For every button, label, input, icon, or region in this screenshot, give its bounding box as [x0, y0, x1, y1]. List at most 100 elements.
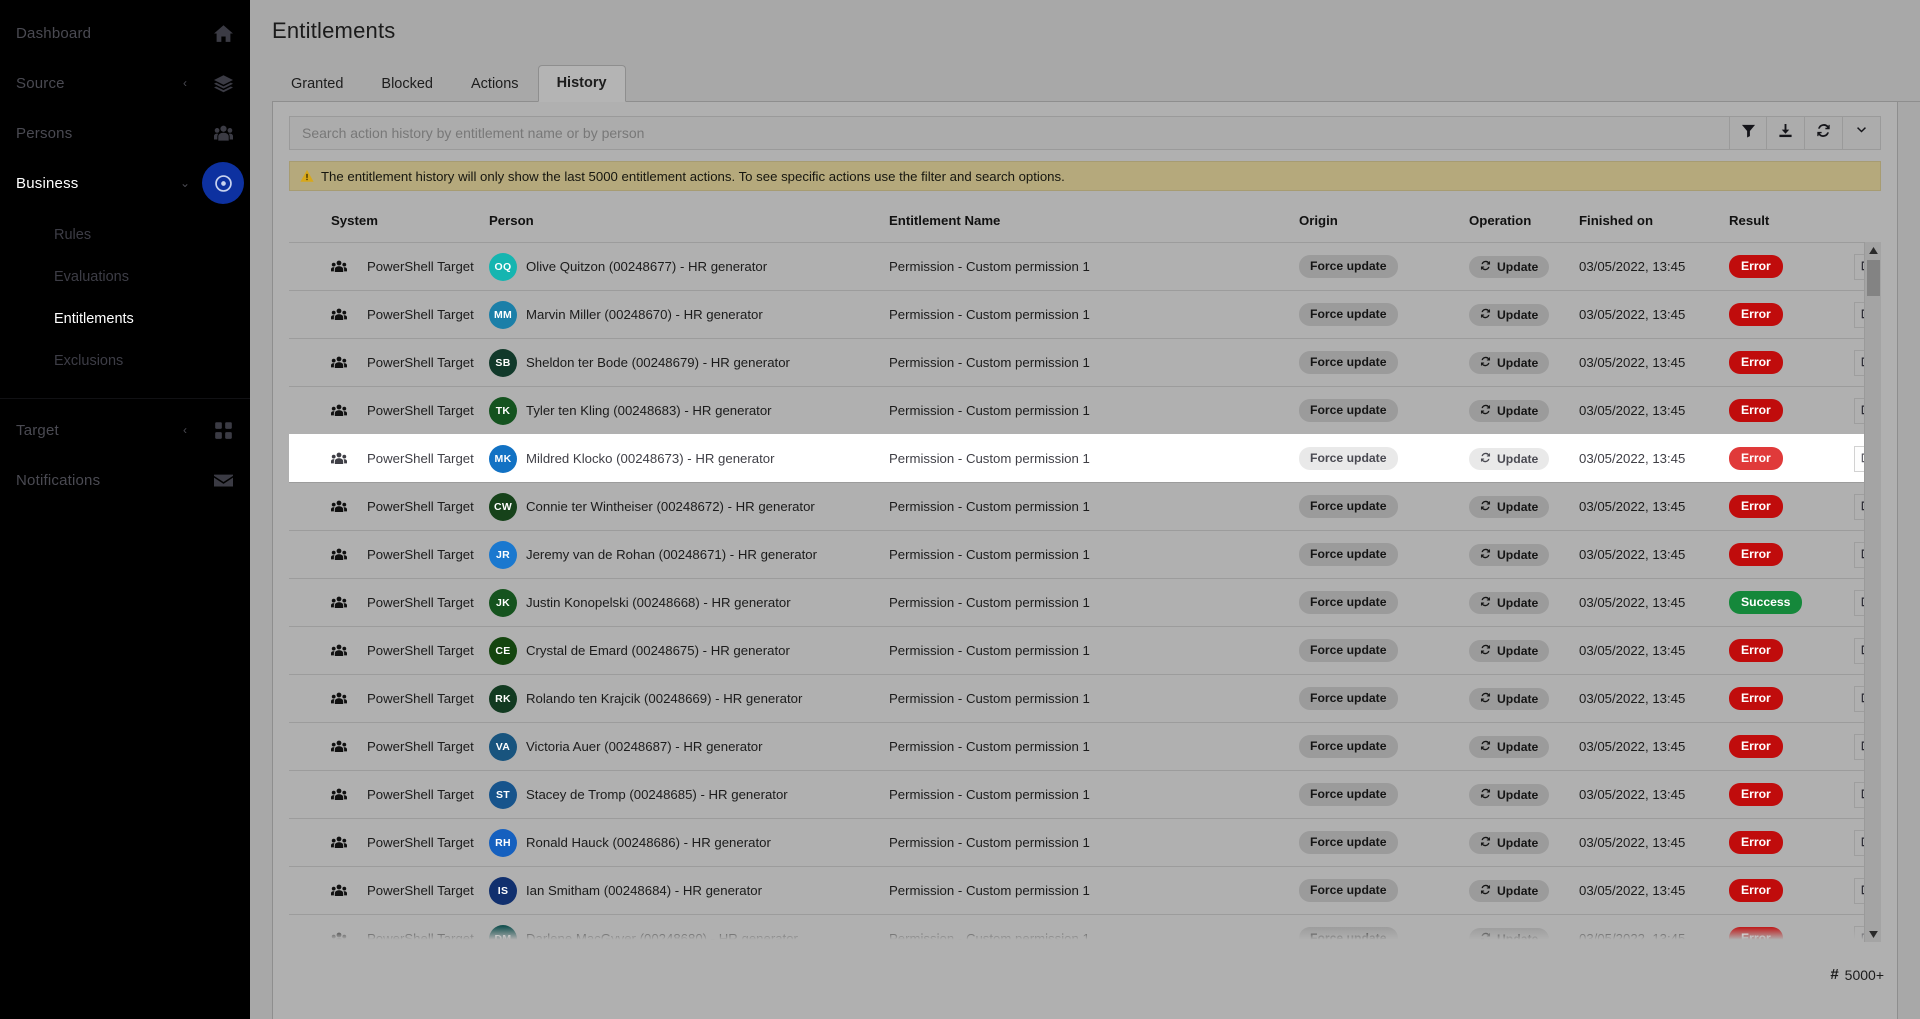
sidebar-item-chevron-icon[interactable]: ‹ — [174, 76, 196, 90]
scroll-down-button[interactable] — [1865, 926, 1881, 942]
table-row[interactable]: PowerShell Target VA Victoria Auer (002486… — [289, 722, 1881, 771]
download-button[interactable] — [1767, 116, 1805, 150]
table-row[interactable]: PowerShell Target CE Crystal de Emard (002… — [289, 626, 1881, 675]
table-row[interactable]: PowerShell Target DM Darlene MacGyver (002… — [289, 914, 1881, 942]
search-input[interactable] — [289, 116, 1729, 150]
filter-button[interactable] — [1729, 116, 1767, 150]
column-header-operation[interactable]: Operation — [1469, 207, 1579, 242]
business-icon[interactable] — [202, 162, 244, 204]
tab-granted[interactable]: Granted — [272, 66, 362, 102]
more-options-button[interactable] — [1843, 116, 1881, 150]
cell-origin: Force update — [1299, 818, 1469, 867]
layers-icon[interactable] — [202, 62, 244, 104]
column-header-person[interactable]: Person — [489, 207, 889, 242]
table-header-row: System Person Entitlement Name Origin Operat… — [289, 207, 1920, 242]
column-header-finished-on[interactable]: Finished on — [1579, 207, 1729, 242]
avatar: CW — [489, 492, 517, 521]
cell-result: Error — [1729, 530, 1854, 579]
avatar: OQ — [489, 252, 517, 281]
system-name: PowerShell Target — [367, 931, 474, 942]
sidebar-item-source[interactable]: Source ‹ — [0, 58, 250, 108]
column-header-actions — [1854, 207, 1920, 242]
table-scroll-area[interactable]: PowerShell Target OQ Olive Quitzon (002486… — [289, 242, 1881, 942]
person-name: Darlene MacGyver (00248680) - HR generat… — [526, 931, 798, 942]
sidebar-subitem-label: Exclusions — [54, 353, 124, 369]
system-icon — [331, 643, 347, 659]
cell-result: Error — [1729, 434, 1854, 483]
sidebar-item-business[interactable]: Business ⌄ — [0, 158, 250, 208]
refresh-button[interactable] — [1805, 116, 1843, 150]
sidebar-subitem-label: Entitlements — [54, 311, 134, 327]
cell-entitlement-name: Permission - Custom permission 1 — [889, 290, 1299, 339]
operation-badge: Update — [1469, 591, 1550, 614]
avatar-initials: VA — [495, 740, 511, 753]
person-name: Ronald Hauck (00248686) - HR generator — [526, 835, 771, 850]
column-header-origin[interactable]: Origin — [1299, 207, 1469, 242]
origin-badge: Force update — [1299, 255, 1398, 278]
avatar: MK — [489, 444, 517, 473]
cell-system: PowerShell Target — [289, 338, 489, 387]
sidebar-subitem-entitlements[interactable]: Entitlements — [0, 298, 250, 340]
table-row[interactable]: PowerShell Target MM Marvin Miller (002486… — [289, 290, 1881, 339]
refresh-icon — [1480, 500, 1491, 514]
scroll-up-button[interactable] — [1865, 242, 1881, 258]
sidebar-subitem-evaluations[interactable]: Evaluations — [0, 256, 250, 298]
sidebar-item-notifications[interactable]: Notifications — [0, 455, 250, 505]
table-scrollbar[interactable] — [1864, 242, 1881, 942]
mail-icon[interactable] — [202, 459, 244, 501]
sidebar-item-target[interactable]: Target ‹ — [0, 405, 250, 455]
avatar-initials: MK — [494, 452, 512, 465]
column-header-result[interactable]: Result — [1729, 207, 1854, 242]
person-name: Connie ter Wintheiser (00248672) - HR ge… — [526, 499, 815, 514]
operation-badge: Update — [1469, 447, 1550, 470]
cell-origin: Force update — [1299, 578, 1469, 627]
cell-entitlement-name: Permission - Custom permission 1 — [889, 722, 1299, 771]
cell-operation: Update — [1469, 242, 1579, 291]
sidebar-item-chevron-icon[interactable]: ‹ — [174, 423, 196, 437]
column-header-entitlement-name[interactable]: Entitlement Name — [889, 207, 1299, 242]
tab-bar: Granted Blocked Actions History — [272, 64, 1920, 102]
sidebar-item-dashboard[interactable]: Dashboard — [0, 8, 250, 58]
cell-finished-on: 03/05/2022, 13:45 — [1579, 770, 1729, 819]
sidebar-item-persons[interactable]: Persons — [0, 108, 250, 158]
cell-system: PowerShell Target — [289, 530, 489, 579]
person-name: Crystal de Emard (00248675) - HR generat… — [526, 643, 790, 658]
cell-origin: Force update — [1299, 434, 1469, 483]
sidebar-item-chevron-icon[interactable]: ⌄ — [174, 176, 196, 190]
status-badge: Error — [1729, 495, 1783, 518]
sidebar-subitem-rules[interactable]: Rules — [0, 214, 250, 256]
operation-label: Update — [1497, 931, 1539, 942]
scrollbar-thumb[interactable] — [1867, 260, 1880, 296]
table-row[interactable]: PowerShell Target JR Jeremy van de Rohan (… — [289, 530, 1881, 579]
table-row[interactable]: PowerShell Target RH Ronald Hauck (0024868… — [289, 818, 1881, 867]
avatar-initials: RH — [495, 836, 511, 849]
operation-badge: Update — [1469, 639, 1550, 662]
column-header-system[interactable]: System — [289, 207, 489, 242]
cell-finished-on: 03/05/2022, 13:45 — [1579, 482, 1729, 531]
cell-finished-on: 03/05/2022, 13:45 — [1579, 626, 1729, 675]
cell-result: Error — [1729, 914, 1854, 942]
home-icon[interactable] — [202, 12, 244, 54]
cell-entitlement-name: Permission - Custom permission 1 — [889, 866, 1299, 915]
table-row[interactable]: PowerShell Target JK Justin Konopelski (00… — [289, 578, 1881, 627]
tab-history[interactable]: History — [537, 64, 626, 102]
table-row[interactable]: PowerShell Target RK Rolando ten Krajcik (… — [289, 674, 1881, 723]
table-row[interactable]: PowerShell Target SB Sheldon ter Bode (002… — [289, 338, 1881, 387]
table-row[interactable]: PowerShell Target IS Ian Smitham (00248684… — [289, 866, 1881, 915]
table-row[interactable]: PowerShell Target CW Connie ter Wintheiser… — [289, 482, 1881, 531]
cell-result: Error — [1729, 290, 1854, 339]
tab-actions[interactable]: Actions — [452, 66, 538, 102]
grid-icon[interactable] — [202, 409, 244, 451]
cell-finished-on: 03/05/2022, 13:45 — [1579, 578, 1729, 627]
table-row[interactable]: PowerShell Target OQ Olive Quitzon (002486… — [289, 242, 1881, 291]
tab-blocked[interactable]: Blocked — [362, 66, 452, 102]
sidebar-subitem-exclusions[interactable]: Exclusions — [0, 340, 250, 382]
people-icon[interactable] — [202, 112, 244, 154]
table-row[interactable]: PowerShell Target ST Stacey de Tromp (0024… — [289, 770, 1881, 819]
origin-badge: Force update — [1299, 927, 1398, 942]
status-badge: Error — [1729, 687, 1783, 710]
table-row[interactable]: PowerShell Target TK Tyler ten Kling (0024… — [289, 386, 1881, 435]
table-row[interactable]: PowerShell Target MK Mildred Klocko (00248… — [289, 434, 1881, 483]
cell-entitlement-name: Permission - Custom permission 1 — [889, 338, 1299, 387]
cell-operation: Update — [1469, 770, 1579, 819]
